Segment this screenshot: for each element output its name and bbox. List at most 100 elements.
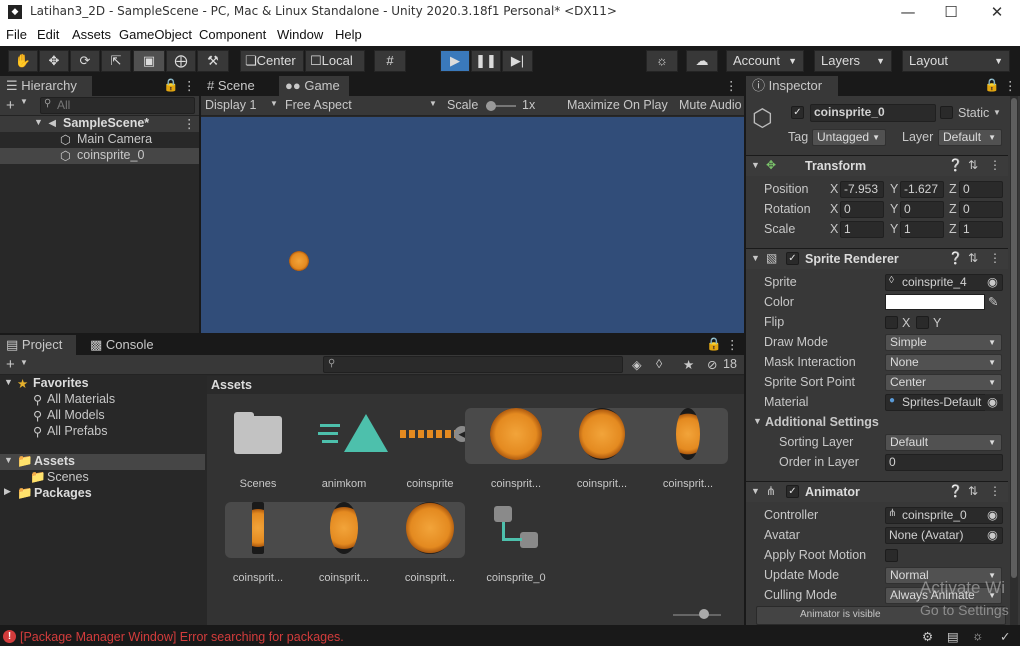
asset-coinsprite-frame[interactable]: coinsprit... [218, 502, 298, 586]
favorite-all-models[interactable]: All Models [47, 408, 105, 422]
tab-project[interactable]: ▤ Project [0, 335, 76, 355]
object-name-input[interactable]: coinsprite_0 [810, 104, 936, 122]
scene-row[interactable]: ▼ ◄ SampleScene* ⋮ [0, 116, 199, 132]
rotation-y-input[interactable]: 0 [900, 201, 944, 218]
asset-coinsprite-frame[interactable]: coinsprit... [648, 408, 728, 492]
animator-enabled-checkbox[interactable]: ✓ [786, 485, 799, 498]
kebab-menu-icon[interactable]: ⋮ [989, 251, 1001, 265]
create-button[interactable]: + [6, 356, 15, 373]
layers-dropdown[interactable]: Layers ▼ [814, 50, 892, 72]
play-button[interactable]: ▶ [440, 50, 470, 72]
scale-y-input[interactable]: 1 [900, 221, 944, 238]
lock-icon[interactable]: 🔒 [163, 78, 179, 93]
color-swatch[interactable] [885, 294, 985, 310]
chevron-down-icon[interactable]: ▼ [753, 416, 762, 426]
folder-scenes[interactable]: Scenes [47, 470, 89, 484]
menu-window[interactable]: Window [277, 27, 323, 42]
position-x-input[interactable]: -7.953 [840, 181, 884, 198]
step-button[interactable]: ▶| [502, 50, 533, 72]
tab-scene[interactable]: # Scene [201, 76, 273, 96]
grid-snap-icon[interactable]: # [374, 50, 406, 72]
position-y-input[interactable]: -1.627 [900, 181, 944, 198]
aspect-dropdown[interactable]: Free Aspect [285, 98, 352, 112]
asset-coinsprite-frame[interactable]: coinsprit... [476, 408, 556, 492]
transform-header[interactable]: ▼ ✥ Transform ❔ ⇅ ⋮ [746, 155, 1008, 176]
tab-game[interactable]: ●● Game [279, 76, 349, 96]
hidden-packages-icon[interactable]: ⊘ [707, 357, 717, 372]
mute-audio-toggle[interactable]: Mute Audio [679, 98, 742, 112]
status-error-message[interactable]: [Package Manager Window] Error searching… [20, 630, 344, 644]
sprite-object-field[interactable]: coinsprite_4 [885, 274, 1003, 291]
tab-hierarchy[interactable]: ☰ Hierarchy [0, 76, 92, 96]
chevron-down-icon[interactable]: ▼ [993, 108, 1001, 117]
flip-y-checkbox[interactable] [916, 316, 929, 329]
asset-coinsprite[interactable]: ◀ coinsprite [390, 412, 470, 492]
menu-gameobject[interactable]: GameObject [119, 27, 192, 42]
help-icon[interactable]: ❔ [948, 251, 963, 265]
game-viewport[interactable] [201, 117, 744, 333]
folder-assets-row[interactable]: ▼ 📁 Assets [0, 454, 205, 470]
favorites-label[interactable]: Favorites [33, 376, 89, 390]
kebab-menu-icon[interactable]: ⋮ [726, 337, 739, 352]
maximize-on-play-toggle[interactable]: Maximize On Play [567, 98, 668, 112]
rotate-tool-icon[interactable]: ⟳ [70, 50, 100, 72]
flip-x-checkbox[interactable] [885, 316, 898, 329]
apply-root-motion-checkbox[interactable] [885, 549, 898, 562]
auto-generate-lighting-icon[interactable]: ☼ [972, 629, 983, 643]
kebab-menu-icon[interactable]: ⋮ [725, 78, 738, 93]
scale-z-input[interactable]: 1 [959, 221, 1003, 238]
chevron-down-icon[interactable]: ▼ [34, 117, 43, 127]
lock-icon[interactable]: 🔒 [984, 78, 1000, 93]
preset-icon[interactable]: ⇅ [968, 251, 978, 265]
favorite-star-icon[interactable]: ★ [683, 357, 694, 372]
draw-mode-dropdown[interactable]: Simple ▼ [885, 334, 1002, 351]
menu-file[interactable]: File [6, 27, 27, 42]
tag-dropdown[interactable]: Untagged ▼ [812, 129, 886, 146]
hierarchy-item-coinsprite[interactable]: ⬡ coinsprite_0 [0, 148, 199, 164]
chevron-down-icon[interactable]: ▼ [20, 358, 28, 367]
inspector-scrollbar-thumb[interactable] [1011, 98, 1017, 578]
minimize-button[interactable]: — [893, 2, 923, 22]
rotation-x-input[interactable]: 0 [840, 201, 884, 218]
chevron-right-icon[interactable]: ▶ [4, 486, 11, 497]
menu-help[interactable]: Help [335, 27, 362, 42]
pivot-local-button[interactable]: ☐Local [305, 50, 365, 72]
static-checkbox[interactable] [940, 106, 953, 119]
scale-x-input[interactable]: 1 [840, 221, 884, 238]
scale-slider-handle[interactable] [486, 101, 496, 111]
favorite-all-materials[interactable]: All Materials [47, 392, 115, 406]
filter-by-type-icon[interactable]: ◈ [632, 357, 642, 372]
sorting-layer-dropdown[interactable]: Default ▼ [885, 434, 1002, 451]
controller-object-field[interactable]: coinsprite_0 [885, 507, 1003, 524]
sprite-sort-point-dropdown[interactable]: Center ▼ [885, 374, 1002, 391]
inspector-scrollbar[interactable] [1010, 96, 1018, 625]
collab-icon[interactable]: ☼ [646, 50, 678, 72]
sprite-renderer-enabled-checkbox[interactable]: ✓ [786, 252, 799, 265]
cache-server-icon[interactable]: ▤ [947, 629, 959, 644]
cloud-icon[interactable]: ☁ [686, 50, 718, 72]
rotation-z-input[interactable]: 0 [959, 201, 1003, 218]
display-dropdown[interactable]: Display 1 [205, 98, 256, 112]
asset-coinsprite-frame[interactable]: coinsprit... [390, 502, 470, 586]
animator-header[interactable]: ▼ ⋔ ✓ Animator ❔ ⇅ ⋮ [746, 481, 1008, 502]
additional-settings-foldout[interactable]: Additional Settings [765, 415, 879, 429]
chevron-down-icon[interactable]: ▼ [4, 377, 13, 387]
pivot-center-button[interactable]: ❏Center [240, 50, 304, 72]
eyedropper-icon[interactable]: ✎ [988, 294, 998, 309]
folder-packages[interactable]: Packages [34, 486, 92, 500]
move-tool-icon[interactable]: ✥ [39, 50, 69, 72]
lock-icon[interactable]: 🔒 [706, 337, 722, 352]
sprite-renderer-header[interactable]: ▼ ▧ ✓ Sprite Renderer ❔ ⇅ ⋮ [746, 248, 1008, 269]
tab-inspector[interactable]: ⓘ Inspector [746, 76, 838, 96]
add-button[interactable]: + [6, 97, 15, 114]
project-search-input[interactable] [323, 356, 623, 373]
favorite-all-prefabs[interactable]: All Prefabs [47, 424, 107, 438]
progress-check-icon[interactable]: ✓ [1000, 629, 1010, 644]
scale-tool-icon[interactable]: ⇱ [101, 50, 131, 72]
asset-coinsprite-frame[interactable]: coinsprit... [304, 502, 384, 586]
kebab-menu-icon[interactable]: ⋮ [989, 484, 1001, 498]
filter-by-label-icon[interactable]: ◊ [656, 357, 662, 371]
layout-dropdown[interactable]: Layout ▼ [902, 50, 1010, 72]
help-icon[interactable]: ❔ [948, 158, 963, 172]
kebab-menu-icon[interactable]: ⋮ [989, 158, 1001, 172]
